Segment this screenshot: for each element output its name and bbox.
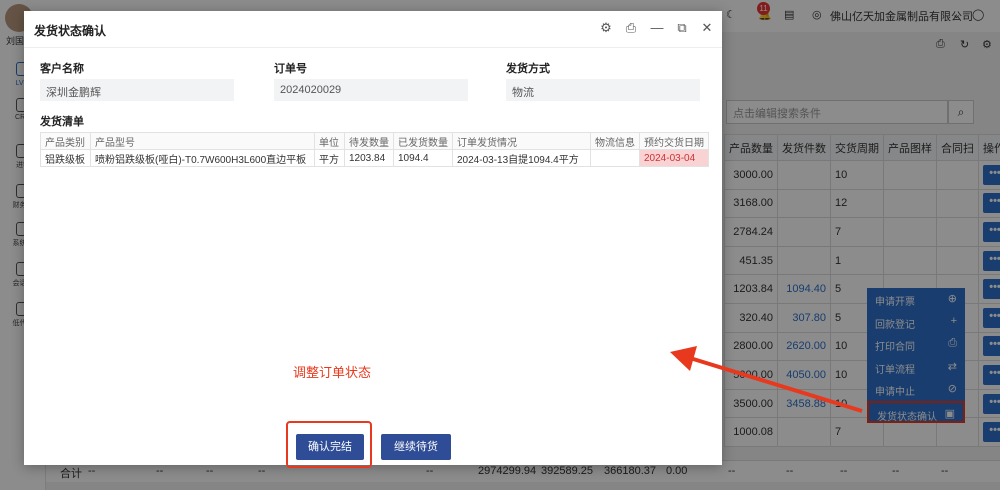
customer-field: 深圳金鹏辉 <box>40 79 234 101</box>
ship-method-field: 物流 <box>506 79 700 101</box>
confirm-complete-button[interactable]: 确认完结 <box>296 434 364 460</box>
ship-list-table: 产品类别 产品型号 单位 待发数量 已发货数量 订单发货情况 物流信息 预约交货… <box>40 132 709 167</box>
order-field: 2024020029 <box>274 79 468 101</box>
table-header-row: 产品类别 产品型号 单位 待发数量 已发货数量 订单发货情况 物流信息 预约交货… <box>40 132 709 150</box>
maximize-icon[interactable]: ⧉ <box>674 20 690 36</box>
ship-list-label: 发货清单 <box>40 116 84 128</box>
close-icon[interactable]: ✕ <box>699 20 715 36</box>
table-row: 铝跌级板 喷粉铝跌级板(哑白)-T0.7W600H3L600直边平板 平方 12… <box>40 149 709 167</box>
ship-confirm-dialog: 发货状态确认 ⚙ ⎙ — ⧉ ✕ 客户名称 深圳金鹏辉 订单号 20240200… <box>24 11 722 468</box>
annotation-text: 调整订单状态 <box>293 365 372 380</box>
minimize-icon[interactable]: — <box>649 20 665 36</box>
continue-waiting-button[interactable]: 继续待货 <box>381 434 451 460</box>
order-label: 订单号 <box>274 63 307 75</box>
ship-method-label: 发货方式 <box>506 63 550 75</box>
gear-icon[interactable]: ⚙ <box>598 20 614 36</box>
dialog-title: 发货状态确认 <box>34 24 107 38</box>
divider <box>24 47 722 48</box>
print-icon[interactable]: ⎙ <box>623 20 639 36</box>
customer-label: 客户名称 <box>40 63 84 75</box>
delivery-date-cell: 2024-03-04 <box>639 149 709 167</box>
